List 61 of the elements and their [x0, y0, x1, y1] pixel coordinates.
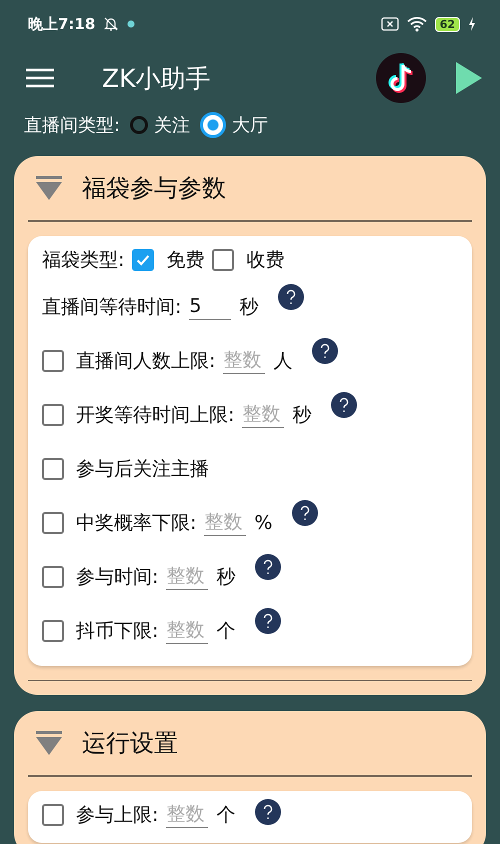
field-label: 参与后关注主播 [76, 456, 209, 482]
help-icon[interactable] [292, 500, 318, 526]
checkbox[interactable] [132, 248, 154, 270]
checkbox[interactable] [42, 620, 64, 642]
help-icon[interactable] [255, 608, 282, 634]
field-label: 开奖等待时间上限: [76, 402, 234, 428]
input-field[interactable]: 5 [189, 293, 232, 320]
app-title: ZK小助手 [102, 62, 211, 94]
collapse-triangle-icon[interactable] [36, 176, 62, 200]
checkbox[interactable] [42, 512, 64, 534]
section-title: 运行设置 [82, 728, 178, 759]
help-icon[interactable] [331, 392, 358, 418]
input-field[interactable]: 整数 [166, 801, 208, 828]
collapse-triangle-icon[interactable] [36, 731, 62, 755]
help-icon[interactable] [312, 338, 338, 364]
unit-label: % [254, 512, 272, 534]
unit-label: 个 [216, 618, 236, 644]
unit-label: 秒 [292, 402, 312, 428]
unit-label: 秒 [216, 564, 236, 590]
field-label: 中奖概率下限: [76, 510, 196, 536]
status-time: 晚上7:18 [28, 14, 96, 34]
checkbox[interactable] [42, 350, 64, 372]
radio-label: 大厅 [232, 114, 268, 137]
charging-icon [468, 17, 476, 31]
bell-off-icon [103, 16, 120, 32]
section-title: 福袋参与参数 [82, 173, 226, 204]
input-field[interactable]: 整数 [166, 563, 208, 590]
field-label: 参与上限: [76, 802, 158, 828]
field-label: 参与时间: [76, 564, 158, 590]
radio-button[interactable] [200, 112, 226, 138]
field-label: 直播间等待时间: [42, 294, 182, 320]
checkbox[interactable] [42, 804, 64, 826]
option-label: 收费 [246, 248, 284, 272]
input-field[interactable]: 整数 [204, 509, 246, 536]
option-label: 免费 [166, 248, 204, 272]
app-notification-icon [127, 20, 136, 28]
field-label: 抖币下限: [76, 618, 158, 644]
input-field[interactable]: 整数 [223, 347, 266, 374]
wifi-icon [406, 16, 427, 32]
unit-label: 秒 [239, 294, 258, 320]
input-field[interactable]: 整数 [242, 401, 284, 428]
unit-label: 人 [273, 348, 292, 374]
play-icon[interactable] [456, 62, 482, 94]
battery-indicator: 62 [434, 16, 460, 32]
field-label: 直播间人数上限: [76, 348, 216, 374]
checkbox[interactable] [42, 458, 64, 480]
help-icon[interactable] [255, 798, 282, 824]
unit-label: 个 [216, 802, 236, 828]
checkbox[interactable] [212, 248, 234, 270]
help-icon[interactable] [255, 554, 282, 580]
help-icon[interactable] [278, 284, 304, 310]
checkbox[interactable] [42, 404, 64, 426]
checkbox[interactable] [42, 566, 64, 588]
input-field[interactable]: 整数 [166, 617, 208, 644]
sim-icon [380, 17, 399, 31]
radio-button[interactable] [130, 116, 148, 134]
music-note-logo-icon[interactable] [376, 53, 426, 103]
radio-label: 关注 [154, 114, 190, 137]
field-label: 福袋类型: [42, 248, 124, 272]
room-type-label: 直播间类型: [24, 114, 120, 137]
menu-icon[interactable] [26, 68, 54, 88]
